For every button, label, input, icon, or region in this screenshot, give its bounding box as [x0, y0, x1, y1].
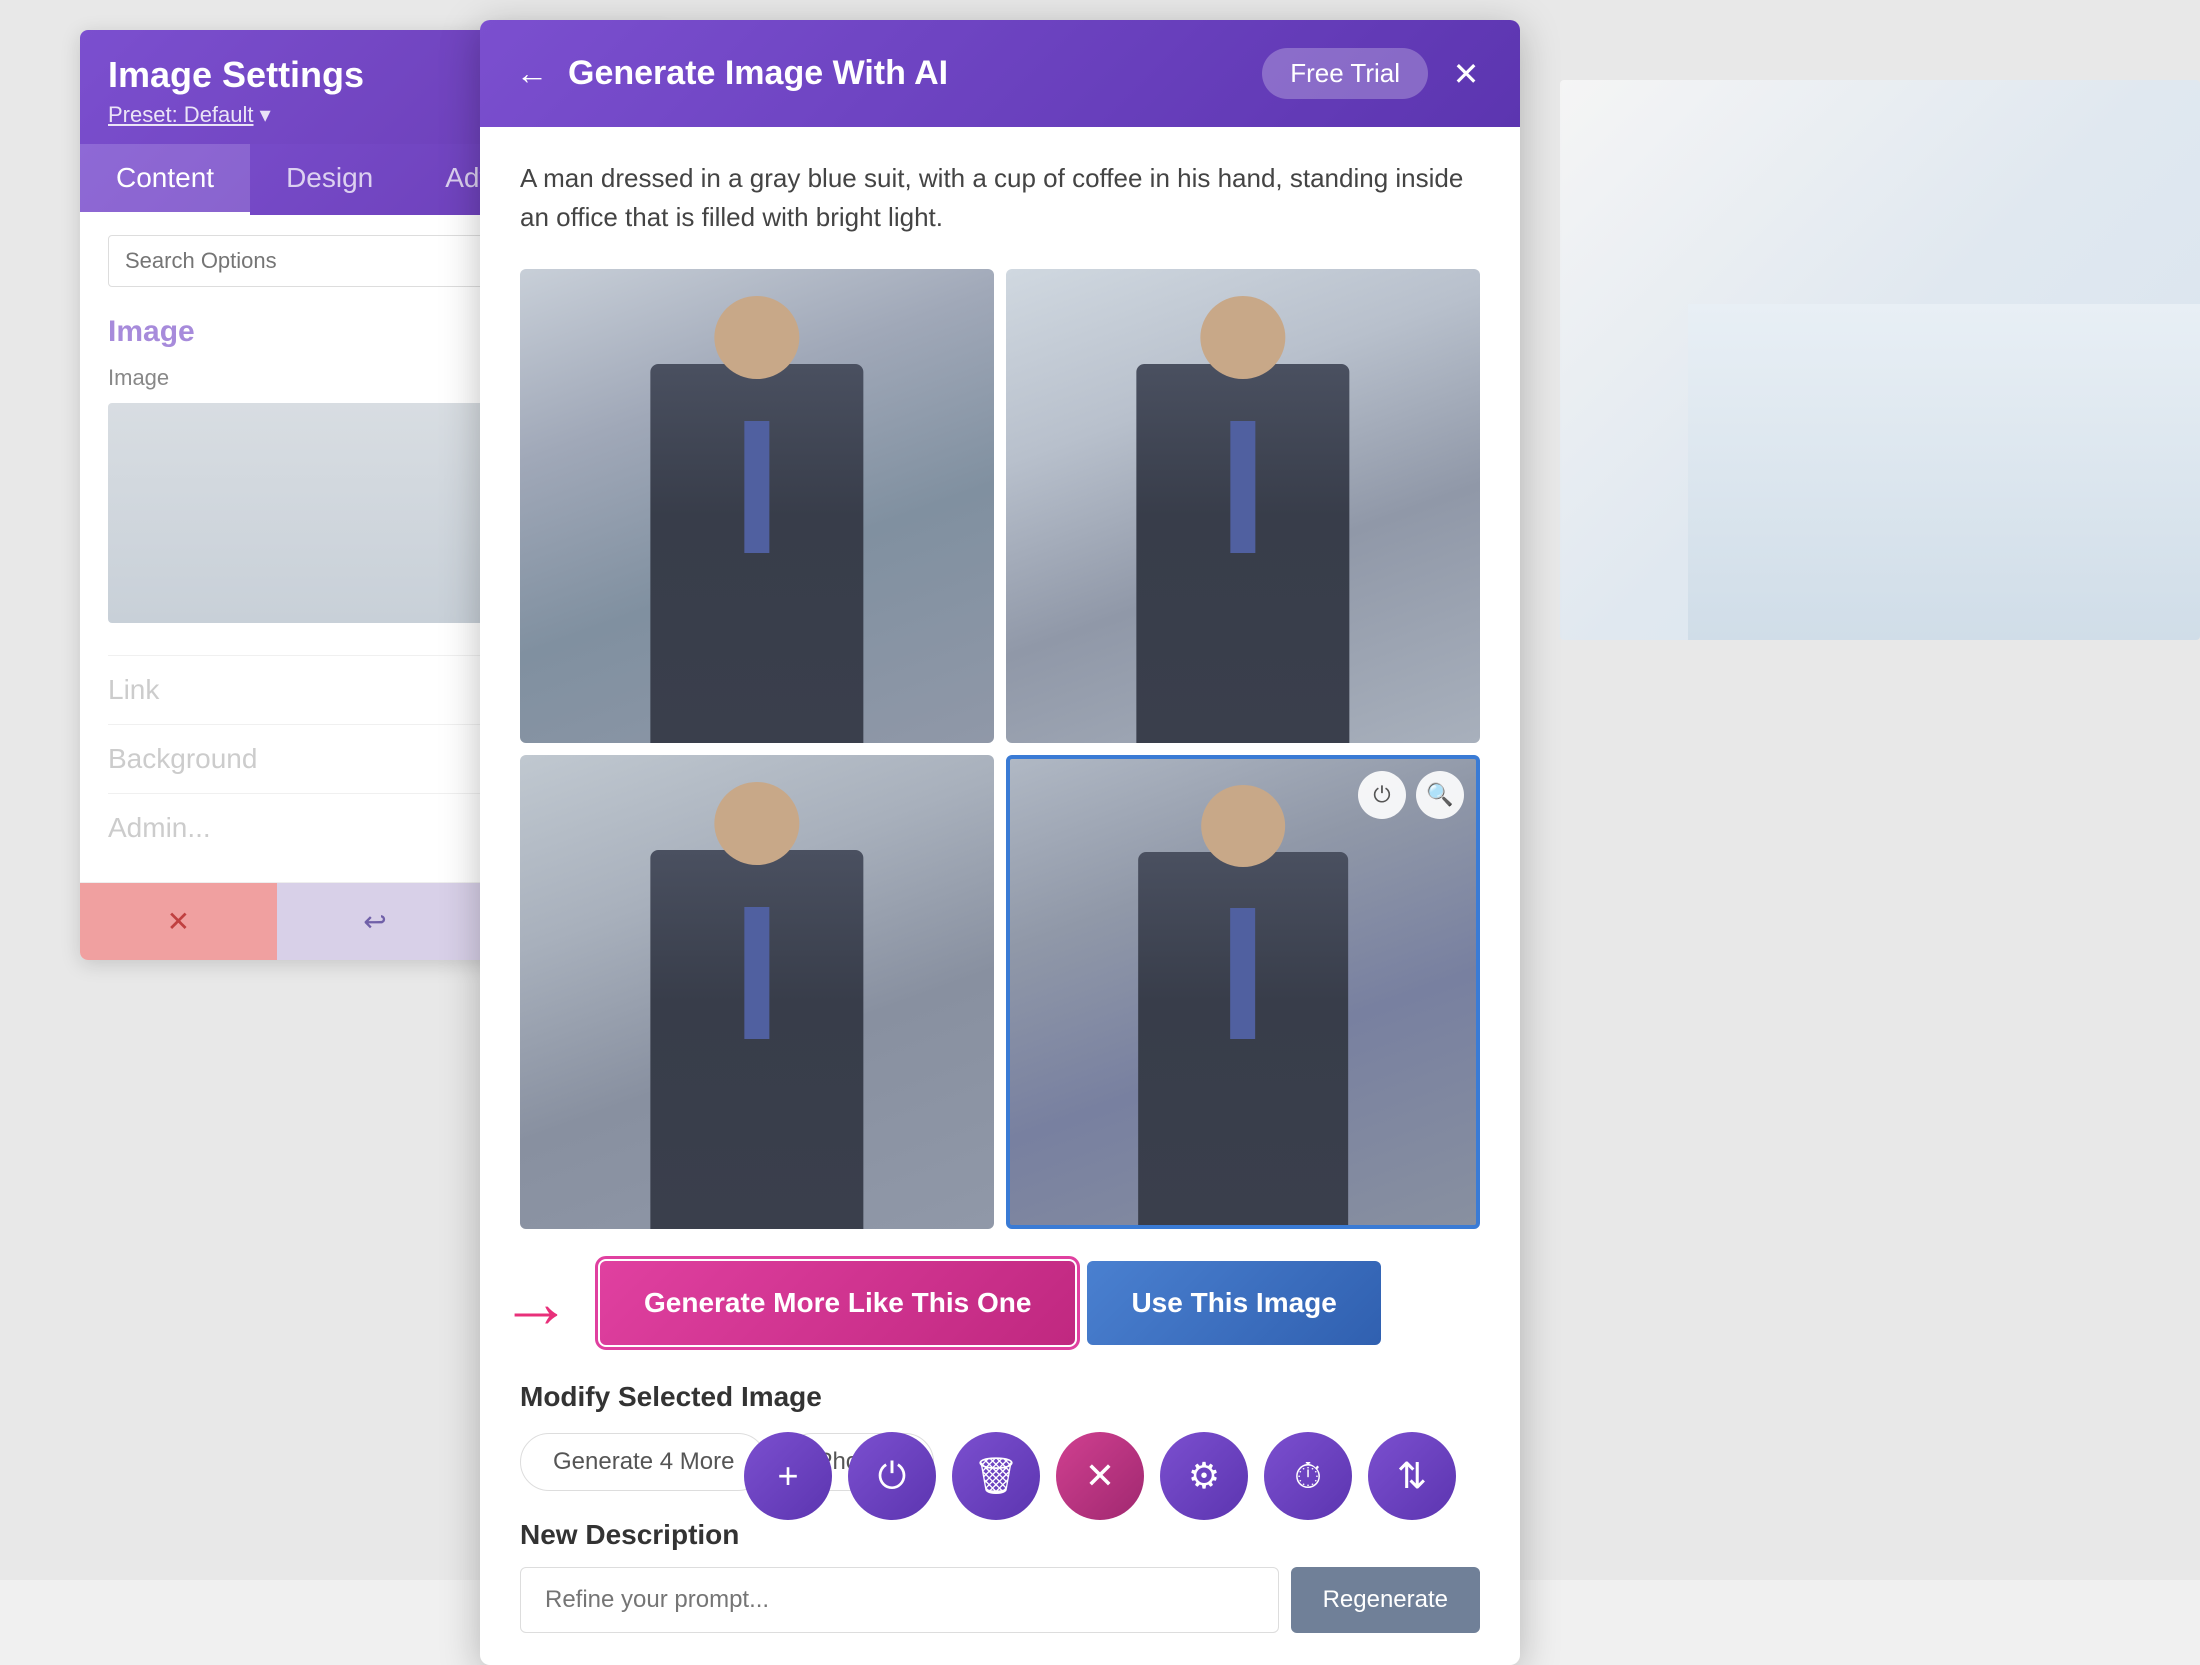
head-2 — [1200, 296, 1285, 379]
new-desc-row: Regenerate — [520, 1567, 1480, 1633]
generate-4more-button[interactable]: Generate 4 More — [520, 1433, 767, 1491]
arrow-indicator-icon: → — [500, 1267, 572, 1339]
power-button[interactable]: ⏻ — [848, 1432, 936, 1520]
suit-1 — [650, 364, 863, 743]
modify-section-title: Modify Selected Image — [520, 1381, 1480, 1413]
modal-header: ← Generate Image With AI Free Trial ✕ — [480, 20, 1520, 127]
zoom-icon[interactable]: 🔍 — [1416, 771, 1464, 819]
trash-button[interactable]: 🗑 — [952, 1432, 1040, 1520]
modal-header-right: Free Trial ✕ — [1262, 48, 1484, 99]
suit-3 — [650, 850, 863, 1229]
add-button[interactable]: + — [744, 1432, 832, 1520]
close-button[interactable]: ✕ — [1448, 56, 1484, 92]
timer-button[interactable]: ⏱ — [1264, 1432, 1352, 1520]
close-toolbar-button[interactable]: ✕ — [1056, 1432, 1144, 1520]
grid-image-3[interactable] — [520, 755, 994, 1229]
head-1 — [714, 296, 799, 379]
tie-1 — [744, 421, 770, 554]
head-4 — [1201, 785, 1285, 867]
undo-button[interactable]: ↩ — [277, 883, 474, 960]
head-3 — [714, 782, 799, 865]
suit-4 — [1138, 852, 1348, 1225]
free-trial-badge[interactable]: Free Trial — [1262, 48, 1428, 99]
delete-button[interactable]: ✕ — [80, 883, 277, 960]
overlay-icons: ⏻ 🔍 — [1358, 771, 1464, 819]
prompt-text: A man dressed in a gray blue suit, with … — [520, 159, 1480, 237]
tie-4 — [1230, 908, 1255, 1038]
regenerate-button[interactable]: Regenerate — [1291, 1567, 1480, 1633]
tie-3 — [744, 907, 770, 1040]
ai-modal: ← Generate Image With AI Free Trial ✕ A … — [480, 20, 1520, 1665]
power-icon[interactable]: ⏻ — [1358, 771, 1406, 819]
back-arrow-icon[interactable]: ← — [516, 55, 548, 92]
new-desc-input[interactable] — [520, 1567, 1279, 1633]
bottom-toolbar: + ⏻ 🗑 ✕ ⚙ ⏱ ⇅ — [744, 1432, 1456, 1520]
man-figure-4 — [1138, 852, 1348, 1225]
man-figure-2 — [1136, 364, 1349, 743]
suit-2 — [1136, 364, 1349, 743]
bg-image-area — [1560, 80, 2200, 640]
action-row: → Generate More Like This One Use This I… — [520, 1261, 1480, 1345]
sort-button[interactable]: ⇅ — [1368, 1432, 1456, 1520]
use-image-button[interactable]: Use This Image — [1087, 1261, 1380, 1345]
grid-image-1[interactable] — [520, 269, 994, 743]
tab-design[interactable]: Design — [250, 144, 409, 215]
man-figure-1 — [650, 364, 863, 743]
image-grid: ⏻ 🔍 — [520, 269, 1480, 1229]
panel-title: Image Settings — [108, 54, 364, 96]
modal-header-left: ← Generate Image With AI — [516, 54, 948, 93]
grid-image-4[interactable]: ⏻ 🔍 — [1006, 755, 1480, 1229]
tie-2 — [1230, 421, 1256, 554]
new-desc-title: New Description — [520, 1519, 1480, 1551]
settings-button[interactable]: ⚙ — [1160, 1432, 1248, 1520]
tab-content[interactable]: Content — [80, 144, 250, 215]
generate-more-button[interactable]: Generate More Like This One — [600, 1261, 1075, 1345]
grid-image-2[interactable] — [1006, 269, 1480, 743]
modal-title: Generate Image With AI — [568, 54, 948, 93]
man-figure-3 — [650, 850, 863, 1229]
